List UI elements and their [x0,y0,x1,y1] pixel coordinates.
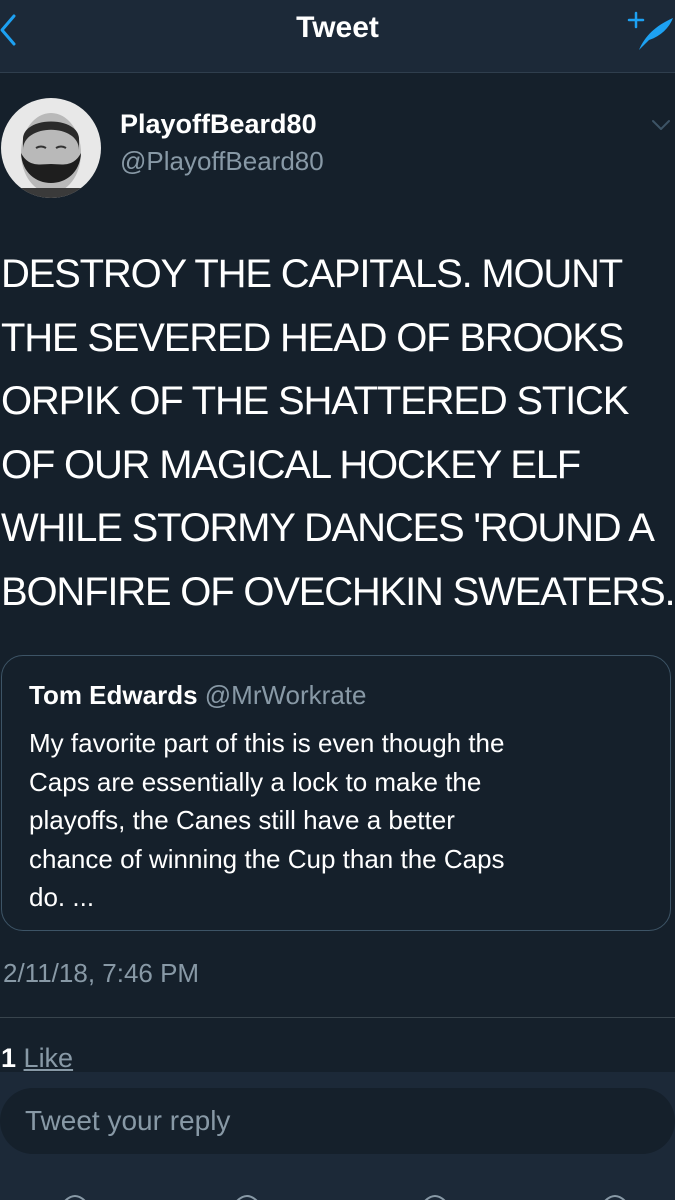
share-icon[interactable] [600,1190,630,1200]
compose-tweet-icon [627,11,673,50]
quoted-text-line: My favorite part of this is even though … [29,728,505,758]
tweet-text-line: DESTROY THE CAPITALS. MOUNT [1,252,623,296]
quoted-text-line: chance of winning the Cup than the Caps [29,843,505,874]
like-icon[interactable] [420,1190,450,1200]
page-title: Tweet [296,11,379,44]
chevron-down-icon [652,120,670,130]
reply-input[interactable] [0,1088,675,1154]
tweet-text-line: THE SEVERED HEAD OF BROOKS [1,315,624,360]
tweet-text-line: OF OUR MAGICAL HOCKEY ELF [1,442,581,487]
likes-link[interactable]: 1 Like [1,1043,73,1074]
divider [0,1017,675,1018]
likes-label: Like [23,1043,74,1073]
tweet-text-line: ORPIK OF THE SHATTERED STICK [1,379,629,423]
quoted-text-line: Caps are essentially a lock to make the [29,766,482,797]
tweet-timestamp: 2/11/18, 7:46 PM [3,958,200,988]
reply-bar [0,1072,675,1200]
avatar[interactable] [1,98,101,198]
quoted-tweet-header: Tom Edwards @MrWorkrate [29,680,366,711]
quoted-author-name: Tom Edwards [29,680,198,710]
bearded-man-avatar [1,98,101,198]
tweet-menu-button[interactable] [651,118,671,132]
quoted-text-line: do. ... [29,882,95,912]
tweet-text-line: WHILE STORMY DANCES 'ROUND A [1,506,655,550]
quoted-tweet-card[interactable]: Tom Edwards @MrWorkrate My favorite part… [1,655,671,931]
tweet-text: DESTROY THE CAPITALS. MOUNT THE SEVERED … [1,243,675,624]
navigation-bar: Tweet [0,0,675,73]
author-name[interactable]: PlayoffBeard80 [120,109,317,140]
quoted-author-handle: @MrWorkrate [204,680,367,710]
author-handle[interactable]: @PlayoffBeard80 [120,146,324,177]
quoted-text-line: playoffs, the Canes still have a better [29,805,455,835]
likes-count: 1 [1,1043,17,1073]
quoted-tweet-text: My favorite part of this is even though … [29,724,649,917]
reply-icon[interactable] [60,1190,90,1200]
tweet-text-line: BONFIRE OF OVECHKIN SWEATERS. [1,569,675,614]
compose-tweet-button[interactable] [625,6,675,54]
tweet-detail-screen: Tweet PlayoffBeard80 @PlayoffBeard80 DES… [0,0,675,1200]
retweet-icon[interactable] [232,1190,262,1200]
